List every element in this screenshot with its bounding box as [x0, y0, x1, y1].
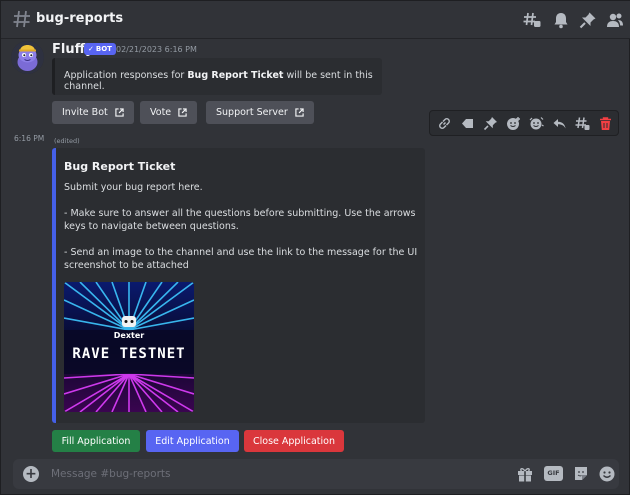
- external-link-icon: [115, 108, 124, 117]
- thread-icon[interactable]: [575, 116, 590, 131]
- reply-icon[interactable]: [552, 116, 567, 131]
- embed-card: Bug Report Ticket Submit your bug report…: [52, 148, 425, 423]
- super-reaction-icon[interactable]: [529, 116, 544, 131]
- gif-button[interactable]: GIF: [544, 466, 563, 481]
- message-composer: + GIF: [13, 459, 619, 489]
- link-icon[interactable]: [437, 116, 452, 131]
- vote-button[interactable]: Vote: [140, 101, 198, 124]
- members-icon[interactable]: [606, 11, 624, 29]
- message-timestamp: 02/21/2023 6:16 PM: [116, 45, 197, 54]
- channel-name: bug-reports: [36, 11, 124, 26]
- reaction-icon[interactable]: [506, 116, 521, 131]
- pin-icon[interactable]: [579, 11, 597, 29]
- external-link-icon: [295, 108, 304, 117]
- hashtag-icon: [13, 10, 30, 28]
- gift-icon[interactable]: [516, 465, 534, 483]
- channel-header: bug-reports: [1, 1, 630, 39]
- system-notice: Application responses for Bug Report Tic…: [52, 58, 382, 95]
- pin-icon[interactable]: [483, 116, 498, 131]
- invite-bot-button[interactable]: Invite Bot: [52, 101, 134, 124]
- emoji-icon[interactable]: [598, 465, 616, 483]
- message-input[interactable]: [51, 459, 501, 489]
- notice-form-name: Bug Report Ticket: [187, 70, 284, 81]
- fill-application-button[interactable]: Fill Application: [52, 430, 140, 452]
- rave-testnet-image: Dexter RAVE TESTNET: [64, 282, 194, 412]
- close-application-button[interactable]: Close Application: [244, 430, 344, 452]
- embed-image[interactable]: Dexter RAVE TESTNET: [64, 282, 194, 412]
- embed-desc-line: Submit your bug report here.: [64, 182, 203, 193]
- avatar[interactable]: [11, 41, 44, 74]
- bot-badge: ✓ BOT: [84, 43, 116, 55]
- robot-mascot-icon: [122, 316, 136, 327]
- bell-icon[interactable]: [552, 11, 570, 29]
- embed-title: Bug Report Ticket: [64, 160, 176, 173]
- tag-icon[interactable]: [460, 116, 475, 131]
- upload-plus-icon[interactable]: +: [23, 466, 39, 482]
- threads-icon[interactable]: [523, 11, 541, 29]
- edited-label: (edited): [54, 137, 80, 145]
- check-icon: ✓: [88, 45, 94, 53]
- message-actions-toolbar: [429, 110, 619, 136]
- embed-desc-line: - Make sure to answer all the questions …: [64, 208, 416, 232]
- fluffy-avatar-icon: [11, 41, 44, 74]
- external-link-icon: [178, 108, 187, 117]
- edit-application-button[interactable]: Edit Application: [146, 430, 239, 452]
- sticker-icon[interactable]: [572, 465, 590, 483]
- message-time: 6:16 PM: [14, 134, 45, 143]
- embed-description: Submit your bug report here. - Make sure…: [64, 181, 419, 285]
- support-server-button[interactable]: Support Server: [206, 101, 314, 124]
- delete-icon[interactable]: [598, 116, 613, 131]
- embed-desc-line: - Send an image to the channel and use t…: [64, 247, 418, 271]
- image-text-rave: RAVE TESTNET: [72, 346, 185, 362]
- image-text-dexter: Dexter: [114, 331, 144, 340]
